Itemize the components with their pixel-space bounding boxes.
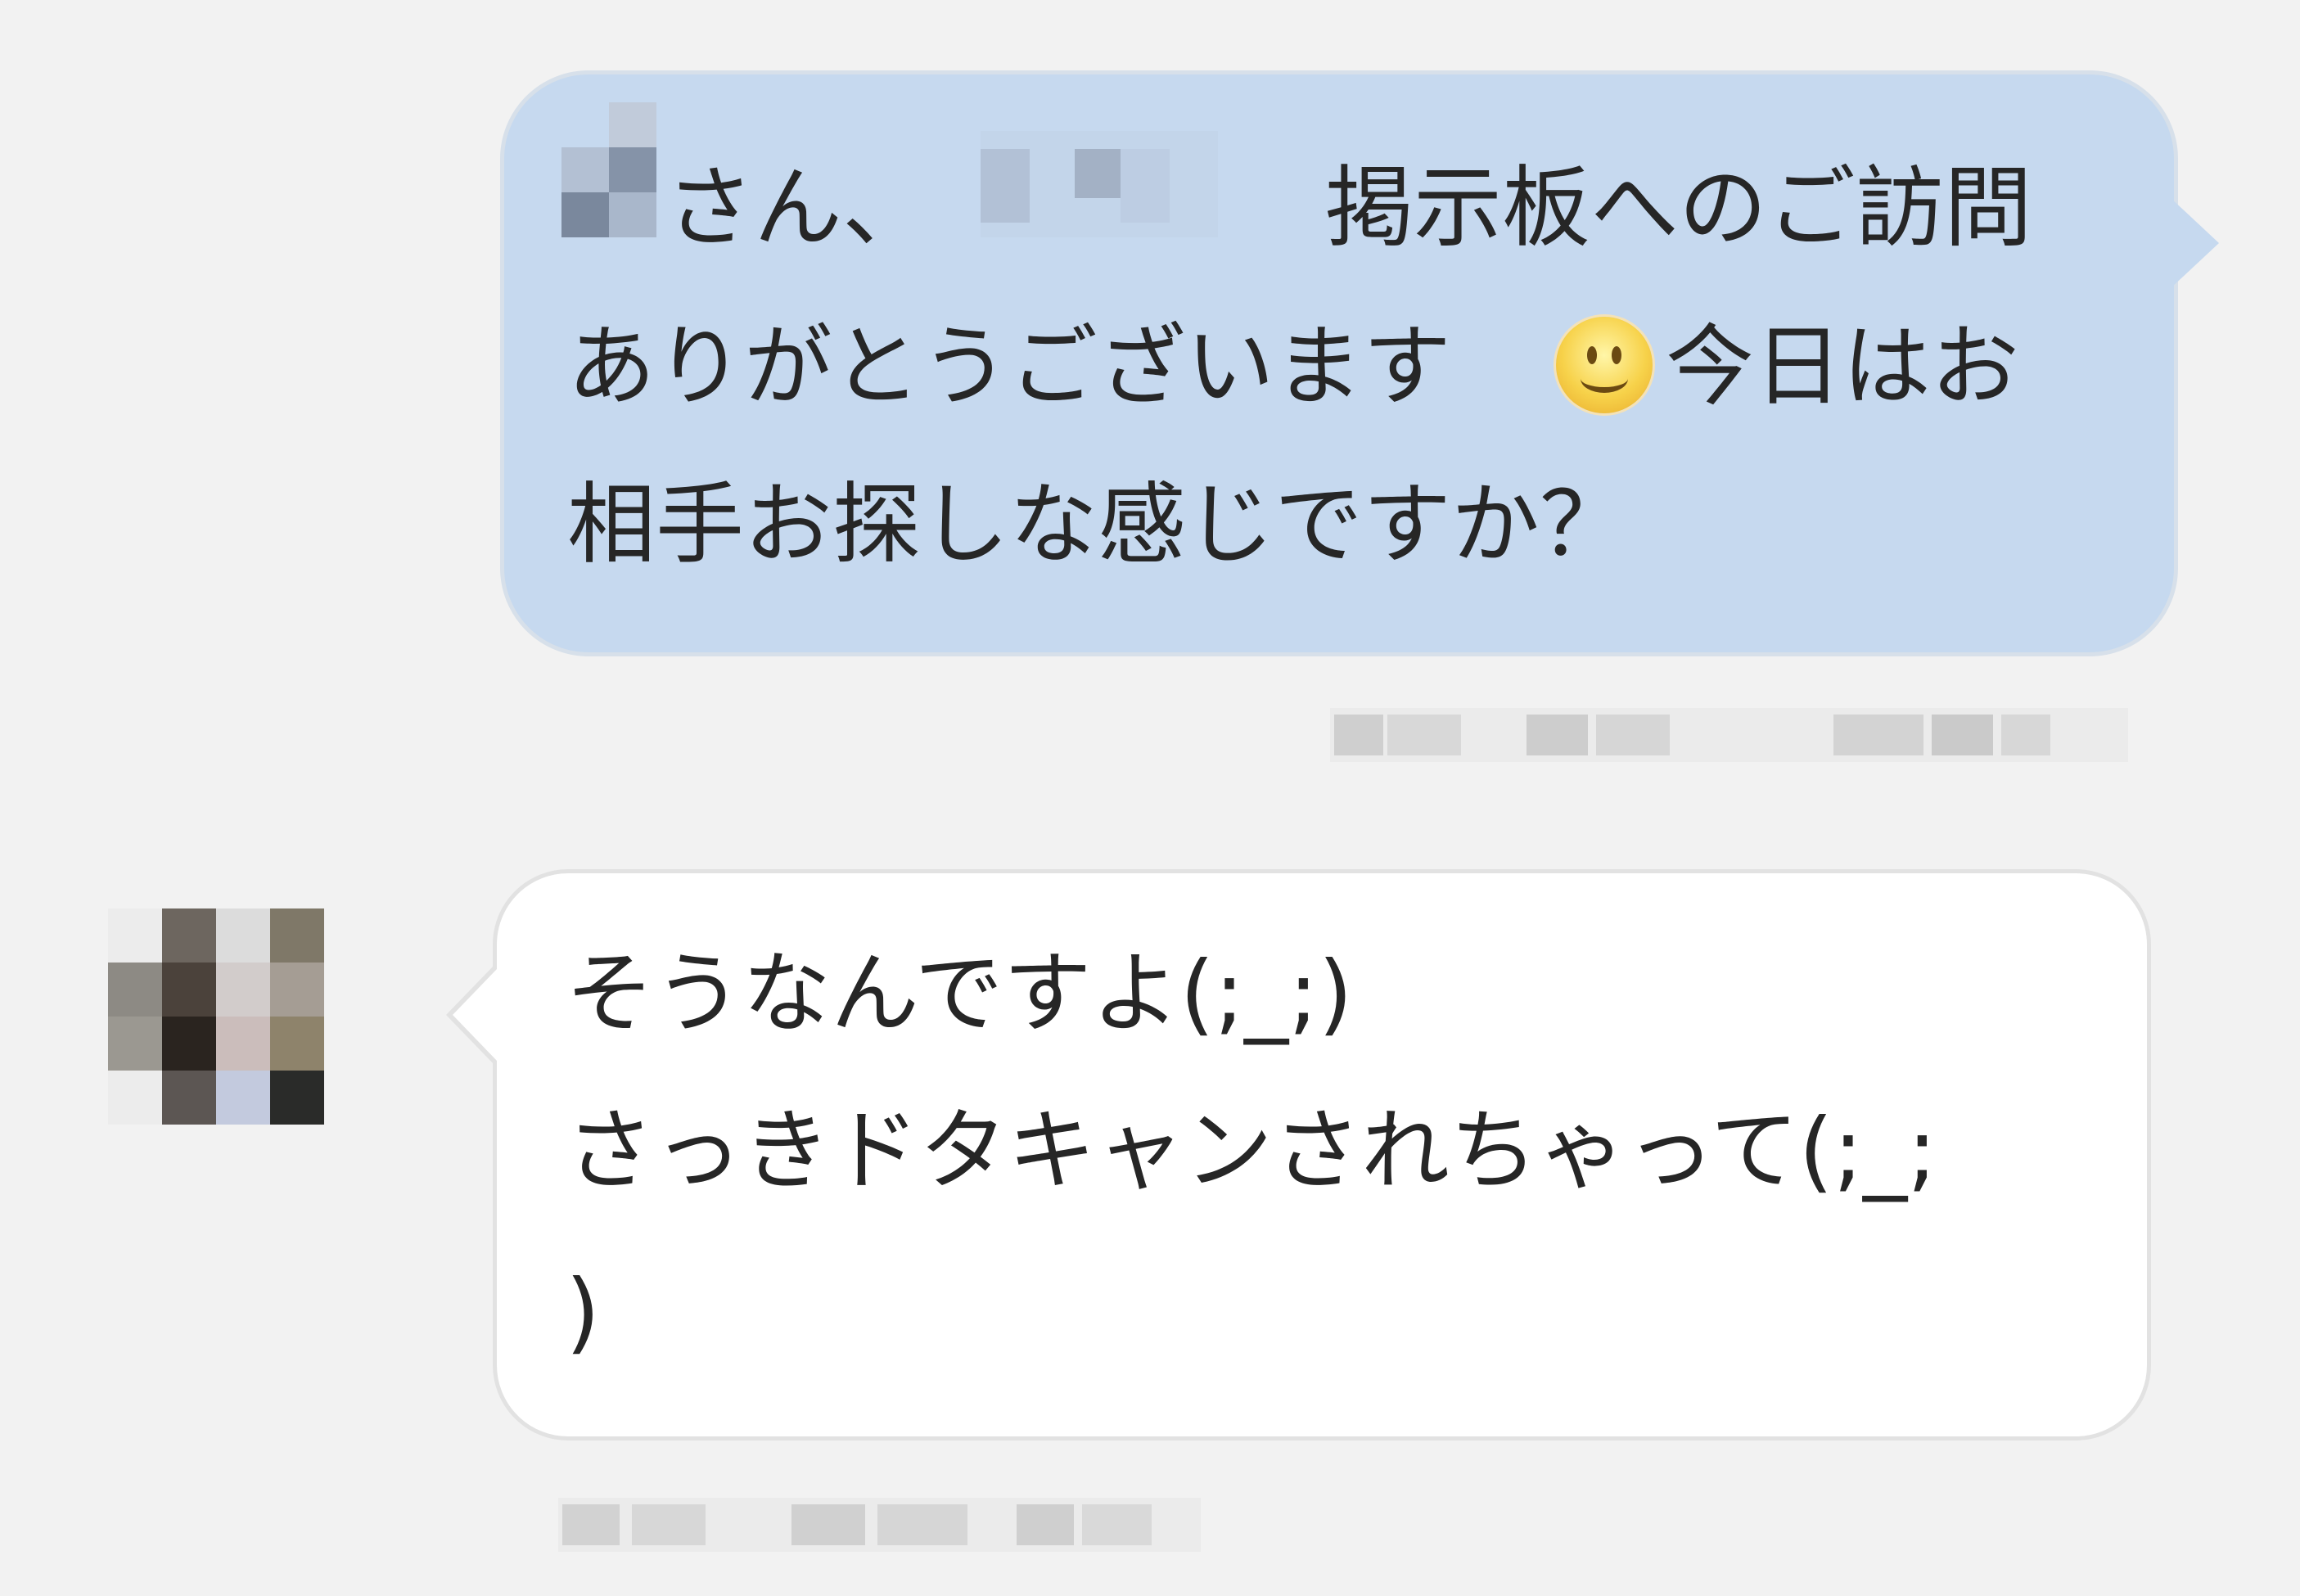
- message-text: 今日はお: [1666, 316, 2020, 418]
- message-text: 相手お探しな感じですか？: [567, 474, 1629, 576]
- avatar[interactable]: [108, 908, 324, 1125]
- bubble-tail: [2170, 197, 2219, 289]
- blurred-timestamp: [1330, 708, 2128, 762]
- message-text: ありがとうございます: [567, 316, 1452, 418]
- message-text: ): [566, 1261, 601, 1364]
- bubble-tail: [453, 969, 497, 1061]
- blurred-timestamp: [558, 1498, 1201, 1552]
- smiling-face-icon: [1556, 317, 1653, 413]
- blurred-board-name: [981, 131, 1218, 237]
- message-text: そうなんですよ(;_;): [566, 943, 1353, 1045]
- message-text: さっきドタキャンされちゃって(;_;: [566, 1100, 1937, 1202]
- name-suffix: さん、: [665, 157, 931, 259]
- message-text: 掲示板へのご訪問: [1325, 157, 2033, 259]
- sent-message-bubble[interactable]: さん、 掲示板へのご訪問 ありがとうございます 今日はお 相手お探しな感じですか…: [500, 70, 2219, 656]
- blurred-username: [561, 102, 656, 241]
- received-message-bubble[interactable]: そうなんですよ(;_;) さっきドタキャンされちゃって(;_; ): [446, 869, 2151, 1440]
